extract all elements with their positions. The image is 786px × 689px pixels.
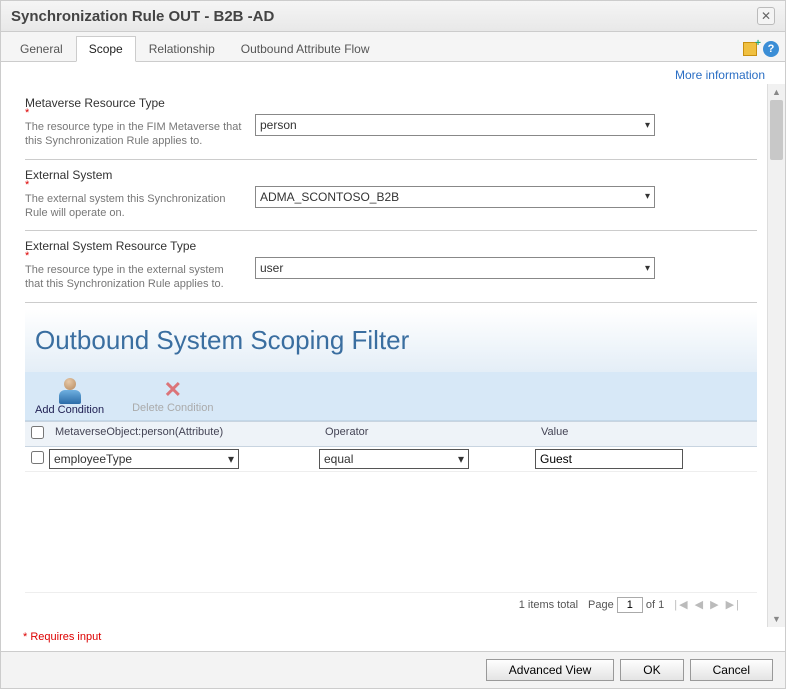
chevron-down-icon: ▾ [228, 452, 234, 466]
select-all-checkbox[interactable] [31, 426, 44, 439]
chevron-down-icon: ▾ [645, 120, 650, 131]
section-title: Outbound System Scoping Filter [35, 325, 747, 356]
tab-relationship[interactable]: Relationship [136, 36, 228, 62]
vertical-scrollbar[interactable]: ▲ ▼ [767, 84, 785, 627]
titlebar: Synchronization Rule OUT - B2B -AD ✕ [1, 1, 785, 32]
close-icon[interactable]: ✕ [757, 7, 775, 25]
required-asterisk: * [25, 253, 245, 259]
required-asterisk: * [25, 110, 245, 116]
conditions-grid-header: MetaverseObject:person(Attribute) Operat… [25, 421, 757, 447]
chevron-down-icon: ▾ [645, 191, 650, 202]
select-value: person [260, 118, 297, 132]
window-title: Synchronization Rule OUT - B2B -AD [11, 8, 274, 25]
toolbar-label: Delete Condition [132, 402, 213, 414]
scoping-filter-header: Outbound System Scoping Filter [25, 309, 757, 372]
col-header-operator: Operator [319, 422, 535, 446]
field-label: External System [25, 168, 112, 182]
operator-select[interactable]: equal ▾ [319, 449, 469, 469]
tab-general[interactable]: General [7, 36, 76, 62]
scrollbar-thumb[interactable] [770, 100, 783, 160]
new-item-icon[interactable] [743, 42, 757, 56]
ok-button[interactable]: OK [620, 659, 683, 681]
field-description: The resource type in the external system… [25, 263, 245, 292]
select-value: ADMA_SCONTOSO_B2B [260, 190, 399, 204]
person-icon [56, 378, 84, 404]
items-total-label: 1 items total [519, 599, 578, 611]
metaverse-resource-type-select[interactable]: person ▾ [255, 114, 655, 136]
more-information-row: More information [1, 62, 785, 84]
tab-outbound-attribute-flow[interactable]: Outbound Attribute Flow [228, 36, 383, 62]
condition-toolbar: Add Condition ✕ Delete Condition [25, 372, 757, 421]
page-number-input[interactable] [617, 597, 643, 613]
field-metaverse-resource-type: Metaverse Resource Type * The resource t… [25, 88, 757, 160]
tab-bar: General Scope Relationship Outbound Attr… [1, 32, 785, 62]
grid-empty-space [25, 472, 757, 592]
row-checkbox[interactable] [31, 451, 44, 464]
field-external-system: External System * The external system th… [25, 160, 757, 232]
tab-panel-scope: Metaverse Resource Type * The resource t… [1, 84, 767, 627]
col-header-value: Value [535, 422, 757, 446]
tab-scope[interactable]: Scope [76, 36, 136, 62]
cancel-button[interactable]: Cancel [690, 659, 773, 681]
requires-input-note: * Requires input [1, 627, 785, 651]
page-label-pre: Page [588, 599, 614, 611]
pager: 1 items total Page of 1 |◀ ◀ ▶ ▶| [25, 592, 757, 623]
delete-condition-button[interactable]: ✕ Delete Condition [132, 378, 213, 416]
value-input[interactable] [535, 449, 683, 469]
required-asterisk: * [25, 182, 245, 188]
field-external-system-resource-type: External System Resource Type * The reso… [25, 231, 757, 303]
col-header-attribute: MetaverseObject:person(Attribute) [49, 422, 319, 446]
delete-x-icon: ✕ [164, 378, 182, 402]
field-label: Metaverse Resource Type [25, 96, 165, 110]
external-system-select[interactable]: ADMA_SCONTOSO_B2B ▾ [255, 186, 655, 208]
attribute-select[interactable]: employeeType ▾ [49, 449, 239, 469]
pager-last-icon[interactable]: ▶| [726, 599, 741, 611]
chevron-down-icon: ▾ [645, 263, 650, 274]
add-condition-button[interactable]: Add Condition [35, 378, 104, 416]
pager-prev-icon[interactable]: ◀ [695, 599, 705, 611]
select-value: employeeType [54, 452, 132, 466]
more-information-link[interactable]: More information [675, 68, 765, 82]
select-value: user [260, 261, 283, 275]
select-value: equal [324, 452, 353, 466]
advanced-view-button[interactable]: Advanced View [486, 659, 615, 681]
field-description: The resource type in the FIM Metaverse t… [25, 120, 245, 149]
pager-next-icon[interactable]: ▶ [710, 599, 720, 611]
condition-row: employeeType ▾ equal ▾ [25, 447, 757, 472]
page-label-post: of 1 [646, 599, 664, 611]
chevron-down-icon: ▾ [458, 452, 464, 466]
help-icon[interactable]: ? [763, 41, 779, 57]
external-system-resource-type-select[interactable]: user ▾ [255, 257, 655, 279]
scroll-up-icon[interactable]: ▲ [768, 84, 785, 100]
dialog-window: Synchronization Rule OUT - B2B -AD ✕ Gen… [0, 0, 786, 689]
scroll-down-icon[interactable]: ▼ [768, 611, 785, 627]
field-label: External System Resource Type [25, 239, 196, 253]
field-description: The external system this Synchronization… [25, 192, 245, 221]
pager-first-icon[interactable]: |◀ [674, 599, 689, 611]
dialog-footer: Advanced View OK Cancel [1, 651, 785, 688]
toolbar-label: Add Condition [35, 404, 104, 416]
